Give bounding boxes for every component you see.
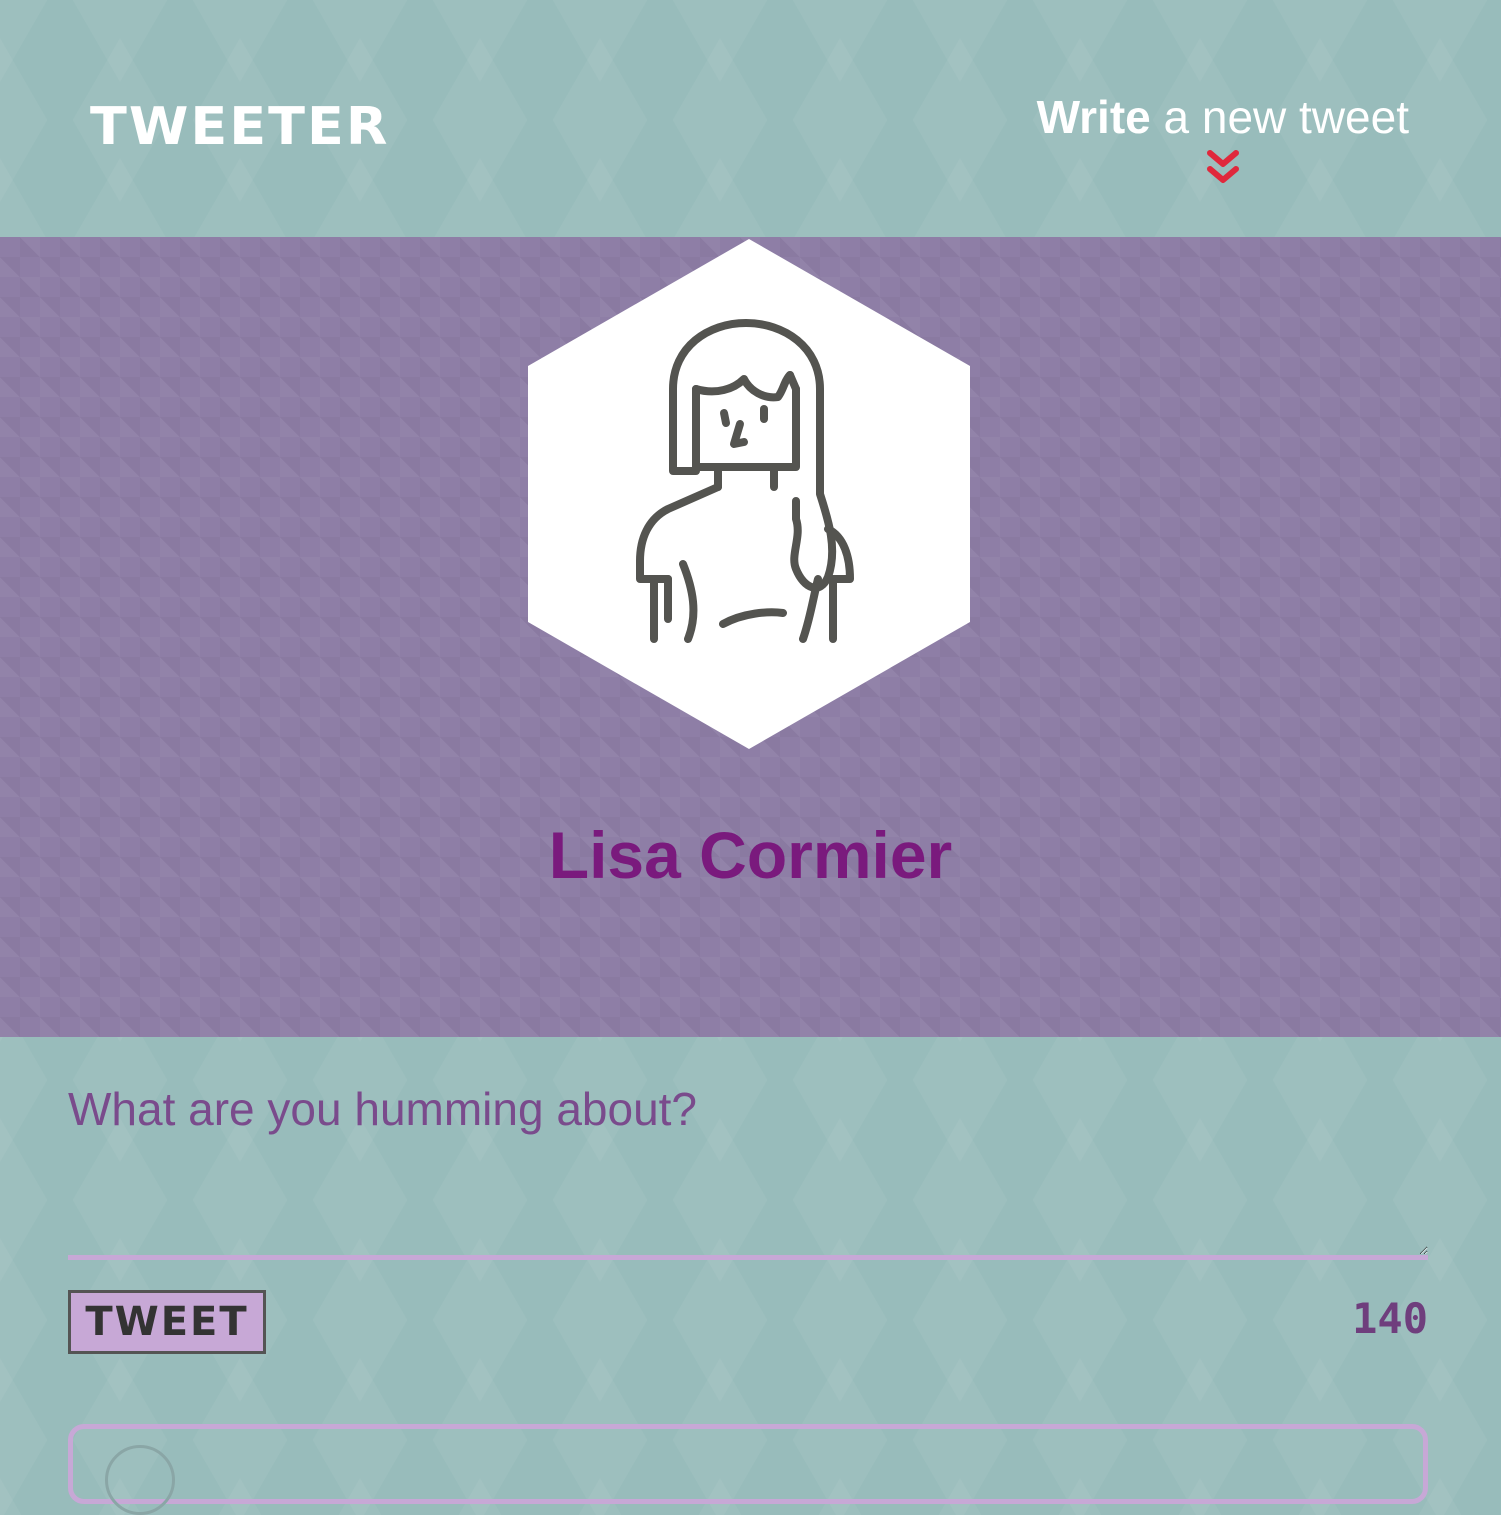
new-tweet-form: TWEET 140 <box>68 1070 1428 1354</box>
double-chevron-down-icon[interactable] <box>1206 149 1240 189</box>
write-new-tweet-toggle[interactable]: Write a new tweet <box>1037 92 1409 189</box>
character-counter: 140 <box>1352 1294 1428 1343</box>
compose-actions: TWEET 140 <box>68 1290 1428 1354</box>
compose-toggle-text: a new tweet <box>1150 91 1410 143</box>
app-logo[interactable]: TWEETER <box>90 101 389 152</box>
tweet-card <box>68 1424 1428 1515</box>
top-nav: TWEETER Write a new tweet <box>0 0 1501 237</box>
profile-header: Lisa Cormier <box>0 237 1501 1037</box>
tweet-submit-button[interactable]: TWEET <box>68 1290 266 1354</box>
tweet-avatar <box>105 1445 175 1515</box>
woman-avatar-icon <box>528 239 970 749</box>
tweet-text-input[interactable] <box>68 1070 1428 1260</box>
compose-toggle-strong: Write <box>1036 91 1151 143</box>
profile-name: Lisa Cormier <box>548 818 953 892</box>
